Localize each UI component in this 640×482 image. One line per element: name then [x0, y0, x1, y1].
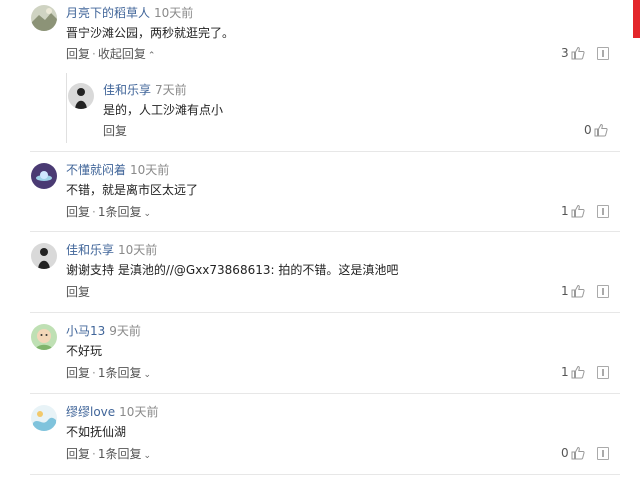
- like-count: 3: [561, 45, 569, 60]
- divider: [30, 231, 620, 232]
- comment-text: 不如抚仙湖: [66, 425, 127, 439]
- username[interactable]: 佳和乐享: [66, 243, 114, 257]
- user-avatar[interactable]: [31, 324, 57, 350]
- reply-button[interactable]: 回复: [66, 47, 90, 61]
- thumbs-up-icon: [571, 365, 585, 378]
- thumbs-up-icon: [571, 284, 585, 297]
- comment-text: 谢谢支持 是滇池的//@Gxx73868613: 拍的不错。这是滇池吧: [66, 263, 399, 277]
- comment-time: 10天前: [130, 163, 170, 177]
- like-count: 0: [561, 445, 569, 460]
- username[interactable]: 月亮下的稻草人: [66, 6, 150, 20]
- comment-item: 月亮下的稻草人 10天前 晋宁沙滩公园，两秒就逛完了。 回复 · 收起回复 ⌃ 3: [0, 0, 620, 70]
- like-button[interactable]: 1: [561, 203, 585, 219]
- chevron-down-icon: ⌄: [143, 451, 152, 461]
- landscape-avatar-icon: [31, 5, 57, 31]
- thumbs-up-icon: [571, 446, 585, 459]
- expand-replies-button[interactable]: 1条回复 ⌄: [98, 447, 151, 461]
- separator: ·: [92, 205, 96, 219]
- divider: [30, 312, 620, 313]
- username[interactable]: 小马13: [66, 324, 105, 338]
- comment-item: 缪缪love 10天前 不如抚仙湖 回复 · 1条回复 ⌄ 0: [0, 400, 620, 470]
- user-avatar[interactable]: [68, 83, 94, 109]
- silhouette-avatar-icon: [31, 243, 57, 269]
- like-button[interactable]: 0: [561, 445, 585, 461]
- comment-text: 是的，人工沙滩有点小: [103, 103, 224, 117]
- chevron-down-icon: ⌄: [143, 209, 152, 219]
- reply-button[interactable]: 回复: [66, 205, 90, 219]
- comment-text: 不好玩: [66, 344, 103, 358]
- separator: ·: [92, 47, 96, 61]
- like-count: 1: [561, 203, 569, 218]
- report-icon[interactable]: [597, 205, 609, 218]
- space-avatar-icon: [31, 163, 57, 189]
- report-icon[interactable]: [597, 447, 609, 460]
- reply-button[interactable]: 回复: [66, 366, 90, 380]
- comment-time: 10天前: [154, 6, 194, 20]
- like-count: 0: [584, 122, 592, 137]
- username[interactable]: 缪缪love: [66, 405, 115, 419]
- comment-time: 10天前: [118, 243, 158, 257]
- divider: [30, 393, 620, 394]
- username[interactable]: 不懂就闷着: [66, 163, 126, 177]
- like-button[interactable]: 0: [584, 122, 608, 138]
- right-edge-accent: [633, 0, 640, 38]
- report-icon[interactable]: [597, 366, 609, 379]
- report-icon[interactable]: [597, 47, 609, 60]
- reply-button[interactable]: 回复: [103, 124, 127, 138]
- like-button[interactable]: 3: [561, 45, 585, 61]
- comment-text: 不错，就是离市区太远了: [66, 183, 199, 197]
- user-avatar[interactable]: [31, 243, 57, 269]
- user-avatar[interactable]: [31, 5, 57, 31]
- wave-avatar-icon: [31, 405, 57, 431]
- thumbs-up-icon: [571, 46, 585, 59]
- thumbs-up-icon: [594, 123, 608, 136]
- separator: ·: [92, 366, 96, 380]
- comment-time: 9天前: [109, 324, 141, 338]
- thumbs-up-icon: [571, 204, 585, 217]
- reply-button[interactable]: 回复: [66, 285, 90, 299]
- comment-item: 不懂就闷着 10天前 不错，就是离市区太远了 回复 · 1条回复 ⌄ 1: [0, 158, 620, 228]
- comment-time: 7天前: [155, 83, 187, 97]
- comment-text: 晋宁沙滩公园，两秒就逛完了。: [66, 26, 235, 40]
- cartoon-avatar-icon: [31, 324, 57, 350]
- comment-time: 10天前: [119, 405, 159, 419]
- comment-item: 佳和乐享 10天前 谢谢支持 是滇池的//@Gxx73868613: 拍的不错。这…: [0, 238, 620, 308]
- divider: [30, 151, 620, 152]
- divider: [30, 474, 620, 475]
- report-icon[interactable]: [597, 285, 609, 298]
- expand-replies-button[interactable]: 1条回复 ⌄: [98, 366, 151, 380]
- like-button[interactable]: 1: [561, 364, 585, 380]
- expand-replies-button[interactable]: 1条回复 ⌄: [98, 205, 151, 219]
- reply-button[interactable]: 回复: [66, 447, 90, 461]
- user-avatar[interactable]: [31, 163, 57, 189]
- like-count: 1: [561, 283, 569, 298]
- chevron-up-icon: ⌃: [147, 51, 156, 61]
- silhouette-avatar-icon: [68, 83, 94, 109]
- collapse-replies-button[interactable]: 收起回复 ⌃: [98, 47, 156, 61]
- separator: ·: [92, 447, 96, 461]
- like-count: 1: [561, 364, 569, 379]
- chevron-down-icon: ⌄: [143, 370, 152, 380]
- username[interactable]: 佳和乐享: [103, 83, 151, 97]
- user-avatar[interactable]: [31, 405, 57, 431]
- comment-item: 小马13 9天前 不好玩 回复 · 1条回复 ⌄ 1: [0, 319, 620, 389]
- like-button[interactable]: 1: [561, 283, 585, 299]
- reply-item: 佳和乐享 7天前 是的，人工沙滩有点小 回复 0: [0, 78, 620, 148]
